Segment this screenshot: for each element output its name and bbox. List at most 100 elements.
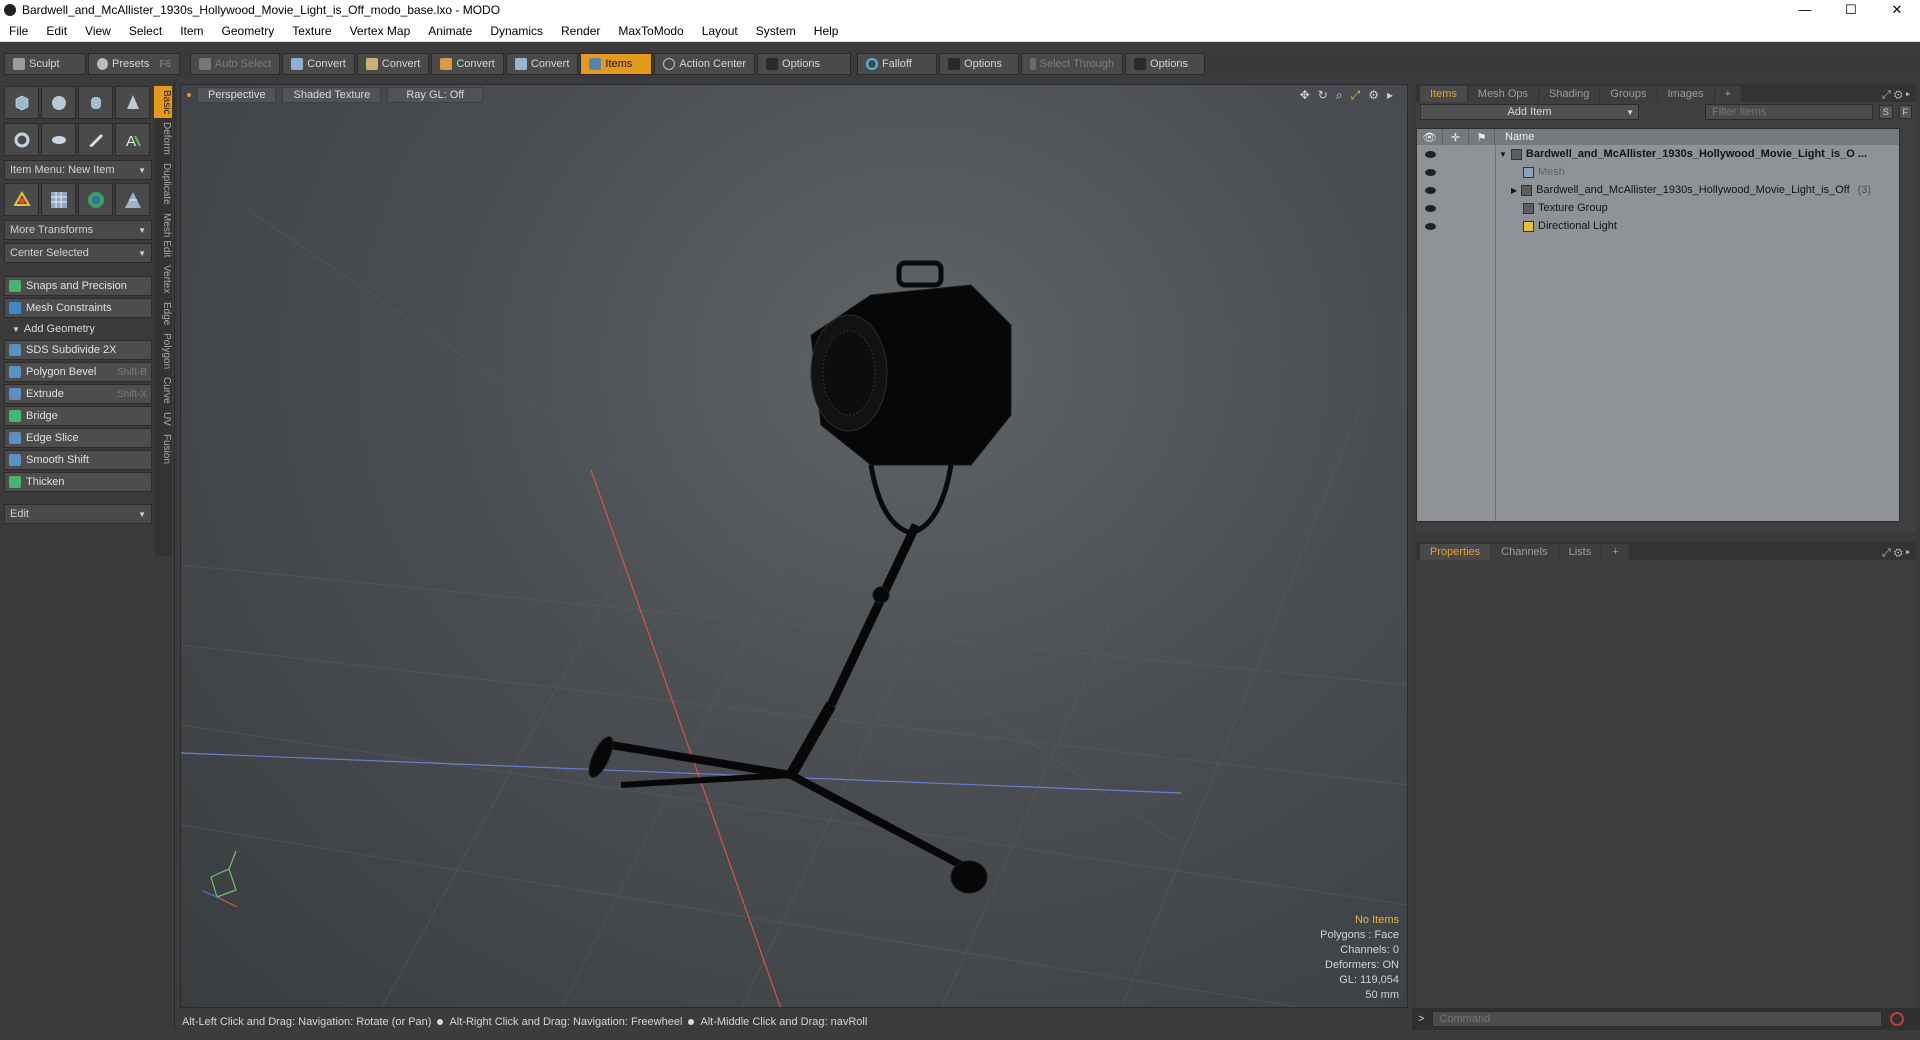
more-transforms-dropdown[interactable]: More Transforms ▼ [4,220,152,240]
select-through-button[interactable]: Select Through [1021,53,1124,75]
tab-lists[interactable]: Lists [1558,544,1602,560]
cube-icon[interactable] [4,86,39,119]
capsule-icon[interactable] [41,123,76,156]
text-tool-icon[interactable]: A [115,123,150,156]
falloff-options-button[interactable]: Options [939,53,1020,75]
menu-help[interactable]: Help [805,24,848,38]
tab-channels[interactable]: Channels [1491,544,1558,560]
add-tab-button[interactable]: + [1602,544,1629,560]
menu-vertex-map[interactable]: Vertex Map [341,24,420,38]
tree-row-directional-light[interactable]: Directional Light [1417,217,1899,235]
vtab-edge[interactable]: Edge [154,298,172,329]
maximize-button[interactable]: ☐ [1828,2,1874,18]
vtab-vertex[interactable]: Vertex [154,261,172,297]
tree-row-scene[interactable]: ▼ Bardwell_and_McAllister_1930s_Hollywoo… [1417,145,1899,163]
menu-layout[interactable]: Layout [693,24,747,38]
convert-vertices-button[interactable]: Convert [282,53,355,75]
pan-icon[interactable]: ✥ [1300,88,1310,103]
vtab-duplicate[interactable]: Duplicate [154,159,172,209]
fit-icon[interactable]: ⤢ [1351,88,1361,103]
menu-system[interactable]: System [747,24,805,38]
visibility-header-icon[interactable]: 👁 [1417,129,1443,145]
menu-maxtomodo[interactable]: MaxToModo [609,24,692,38]
menu-texture[interactable]: Texture [283,24,340,38]
add-item-dropdown[interactable]: Add Item ▼ [1420,104,1639,120]
menu-dynamics[interactable]: Dynamics [481,24,552,38]
eye-icon[interactable] [1424,150,1436,158]
cylinder-icon[interactable] [78,86,113,119]
ray-gl-button[interactable]: Ray GL: Off [387,87,484,103]
tab-images[interactable]: Images [1657,86,1714,102]
vtab-basic[interactable]: Basic [154,86,172,119]
vtab-mesh-edit[interactable]: Mesh Edit [154,209,172,261]
pen-tool-icon[interactable] [78,123,113,156]
record-macro-icon[interactable] [1890,1012,1905,1026]
tree-row-texture-group[interactable]: Texture Group [1417,199,1899,217]
convert-polygons-button[interactable]: Convert [431,53,504,75]
eye-icon[interactable] [1424,168,1436,176]
select-through-options-button[interactable]: Options [1125,53,1206,75]
sculpt-button[interactable]: Sculpt [4,53,86,75]
convert-edges-button[interactable]: Convert [356,53,430,75]
grid-icon[interactable] [41,183,76,216]
menu-select[interactable]: Select [120,24,171,38]
filter-s-button[interactable]: S [1879,105,1893,119]
vtab-deform[interactable]: Deform [154,118,172,159]
edit-dropdown[interactable]: Edit ▼ [4,504,152,524]
pyramid-grid-icon[interactable] [115,183,150,216]
minimize-button[interactable]: — [1782,2,1828,18]
thicken-button[interactable]: Thicken [4,472,152,492]
zoom-icon[interactable]: ⌕ [1336,88,1343,103]
menu-edit[interactable]: Edit [37,24,76,38]
viewport-menu-icon[interactable] [187,93,191,97]
tree-row-light-group[interactable]: ▶ Bardwell_and_McAllister_1930s_Hollywoo… [1417,181,1899,199]
eye-icon[interactable] [1424,222,1436,230]
shading-mode-button[interactable]: Shaded Texture [282,87,382,103]
tab-groups[interactable]: Groups [1600,86,1657,102]
perspective-button[interactable]: Perspective [197,87,277,103]
cone-icon[interactable] [115,86,150,119]
menu-item[interactable]: Item [171,24,212,38]
bridge-button[interactable]: Bridge [4,406,152,426]
close-button[interactable]: ✕ [1874,2,1920,18]
transform-gizmo-icon[interactable] [4,183,39,216]
item-menu-dropdown[interactable]: Item Menu: New Item ▼ [4,160,152,180]
eye-icon[interactable] [1424,204,1436,212]
render-header-icon[interactable]: ⚑ [1469,129,1495,145]
name-column-header[interactable]: Name [1495,131,1534,143]
rotate-icon[interactable]: ↻ [1318,88,1328,103]
3d-viewport[interactable]: Perspective Shaded Texture Ray GL: Off ✥… [180,84,1408,1008]
menu-render[interactable]: Render [552,24,609,38]
mesh-constraints-button[interactable]: Mesh Constraints [4,298,152,318]
sphere-icon[interactable] [41,86,76,119]
tab-mesh-ops[interactable]: Mesh Ops [1467,86,1539,102]
falloff-button[interactable]: Falloff [857,53,938,75]
auto-select-button[interactable]: Auto Select [190,53,281,75]
tab-properties[interactable]: Properties [1420,544,1491,560]
presets-button[interactable]: Presets F6 [88,53,180,75]
convert-materials-button[interactable]: Convert [505,53,579,75]
chevron-down-icon[interactable]: ▼ [1499,150,1507,159]
center-selected-dropdown[interactable]: Center Selected ▼ [4,243,152,263]
vtab-polygon[interactable]: Polygon [154,329,172,373]
panel-tools-icons[interactable]: ⤢ ⚙ ▸ [1882,89,1916,102]
lock-header-icon[interactable]: ✛ [1443,129,1469,145]
tree-row-mesh[interactable]: Mesh [1417,163,1899,181]
filter-f-button[interactable]: F [1898,105,1912,119]
smooth-shift-button[interactable]: Smooth Shift [4,450,152,470]
globe-icon[interactable] [78,183,113,216]
edge-slice-button[interactable]: Edge Slice [4,428,152,448]
menu-animate[interactable]: Animate [419,24,481,38]
command-input[interactable] [1432,1011,1883,1027]
vtab-uv[interactable]: UV [154,408,172,430]
action-center-options-button[interactable]: Options [757,53,852,75]
menu-geometry[interactable]: Geometry [213,24,284,38]
sds-subdivide-button[interactable]: SDS Subdivide 2X [4,340,152,360]
snaps-precision-button[interactable]: Snaps and Precision [4,276,152,296]
tab-items[interactable]: Items [1420,86,1467,102]
eye-icon[interactable] [1424,186,1436,194]
menu-file[interactable]: File [0,24,37,38]
chevron-right-icon[interactable]: ▶ [1511,186,1517,195]
action-center-button[interactable]: Action Center [654,53,756,75]
torus-icon[interactable] [4,123,39,156]
